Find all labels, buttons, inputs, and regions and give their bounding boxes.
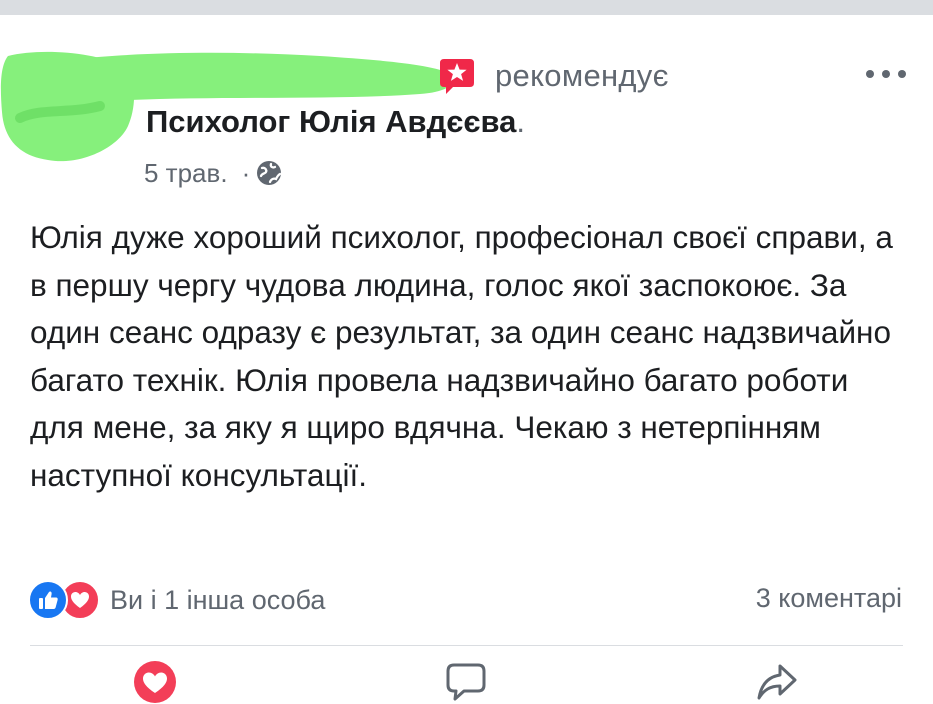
reactions-text: Ви і 1 інша особа <box>110 584 326 615</box>
page-name-link[interactable]: Психолог Юлія Авдєєва <box>146 104 516 139</box>
reactions-summary[interactable]: Ви і 1 інша особа <box>28 580 325 620</box>
recommends-text: рекомендує <box>495 58 669 93</box>
divider <box>30 645 903 646</box>
page-name-suffix: . <box>516 104 526 139</box>
top-bar <box>0 0 933 15</box>
globe-icon <box>257 161 282 185</box>
more-options-button[interactable] <box>862 60 910 88</box>
comments-count-link[interactable]: 3 коментарі <box>756 583 902 614</box>
recommendation-icon <box>440 59 474 94</box>
like-icon <box>28 580 68 620</box>
love-reaction-button[interactable] <box>133 660 177 704</box>
post-meta: 5 трав. · <box>144 156 282 190</box>
post-body-text: Юлія дуже хороший психолог, професіонал … <box>30 219 893 493</box>
post-date[interactable]: 5 трав. <box>144 158 228 189</box>
page-name-header: Психолог Юлія Авдєєва. <box>146 104 525 140</box>
meta-separator: · <box>241 157 251 188</box>
comment-button[interactable] <box>444 660 488 704</box>
redacted-author-name <box>23 52 454 101</box>
share-button[interactable] <box>755 660 799 704</box>
